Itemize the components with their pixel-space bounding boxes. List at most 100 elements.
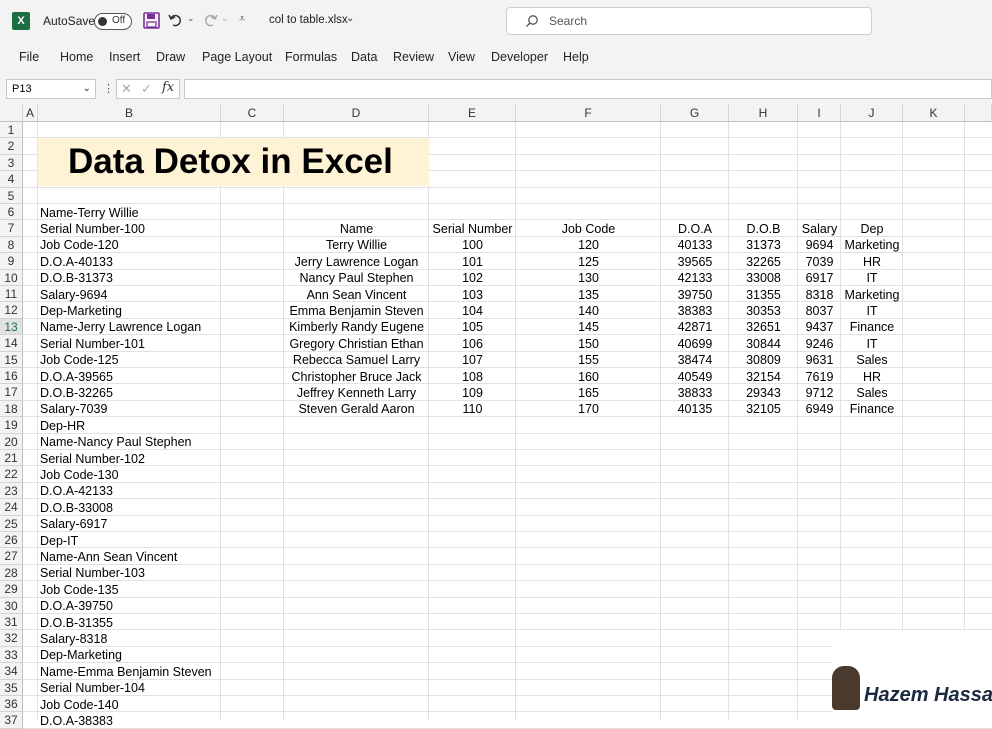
table-header-cell[interactable]: Job Code: [516, 221, 661, 237]
table-cell[interactable]: 165: [516, 385, 661, 401]
table-cell[interactable]: Ann Sean Vincent: [284, 287, 429, 303]
column-header-e[interactable]: E: [429, 104, 516, 122]
table-cell[interactable]: 38383: [661, 303, 729, 319]
row-header[interactable]: 12: [0, 302, 23, 319]
table-cell[interactable]: 6917: [798, 270, 841, 286]
column-header-d[interactable]: D: [284, 104, 429, 122]
table-cell[interactable]: 160: [516, 369, 661, 385]
table-cell[interactable]: Jerry Lawrence Logan: [284, 254, 429, 270]
row-header[interactable]: 32: [0, 630, 23, 647]
cell-b37[interactable]: D.O.A-38383: [40, 713, 113, 729]
table-header-cell[interactable]: Name: [284, 221, 429, 237]
table-cell[interactable]: Finance: [841, 319, 903, 335]
cell-b35[interactable]: Serial Number-104: [40, 680, 145, 696]
table-cell[interactable]: 140: [516, 303, 661, 319]
table-cell[interactable]: 38474: [661, 352, 729, 368]
cell-b26[interactable]: Dep-IT: [40, 533, 78, 549]
redo-dropdown-icon[interactable]: ⌄: [221, 13, 229, 24]
select-all-corner[interactable]: [0, 104, 23, 122]
table-cell[interactable]: 40133: [661, 237, 729, 253]
table-cell[interactable]: 42133: [661, 270, 729, 286]
row-header[interactable]: 25: [0, 515, 23, 532]
row-header[interactable]: 7: [0, 220, 23, 237]
tab-draw[interactable]: Draw: [156, 50, 185, 64]
table-cell[interactable]: 30353: [729, 303, 798, 319]
table-cell[interactable]: IT: [841, 303, 903, 319]
cell-b33[interactable]: Dep-Marketing: [40, 647, 122, 663]
row-header[interactable]: 14: [0, 335, 23, 352]
table-cell[interactable]: 32154: [729, 369, 798, 385]
row-header[interactable]: 5: [0, 187, 23, 204]
cell-b12[interactable]: Dep-Marketing: [40, 303, 122, 319]
cell-b11[interactable]: Salary-9694: [40, 287, 107, 303]
cell-b16[interactable]: D.O.A-39565: [40, 369, 113, 385]
table-cell[interactable]: 7619: [798, 369, 841, 385]
tab-home[interactable]: Home: [60, 50, 93, 64]
row-header[interactable]: 34: [0, 663, 23, 680]
file-name[interactable]: col to table.xlsx: [269, 14, 348, 26]
table-cell[interactable]: 39565: [661, 254, 729, 270]
column-header-c[interactable]: C: [221, 104, 284, 122]
table-cell[interactable]: 145: [516, 319, 661, 335]
row-header[interactable]: 1: [0, 122, 23, 139]
table-header-cell[interactable]: D.O.A: [661, 221, 729, 237]
row-header[interactable]: 2: [0, 138, 23, 155]
tab-help[interactable]: Help: [563, 50, 589, 64]
table-cell[interactable]: 38833: [661, 385, 729, 401]
more-options-icon[interactable]: ⋮: [103, 82, 114, 95]
table-cell[interactable]: 130: [516, 270, 661, 286]
cell-b15[interactable]: Job Code-125: [40, 352, 119, 368]
row-header[interactable]: 29: [0, 581, 23, 598]
cell-b25[interactable]: Salary-6917: [40, 516, 107, 532]
table-cell[interactable]: 108: [429, 369, 516, 385]
row-header[interactable]: 28: [0, 564, 23, 582]
row-header[interactable]: 11: [0, 286, 23, 303]
cell-b30[interactable]: D.O.A-39750: [40, 598, 113, 614]
column-header-g[interactable]: G: [661, 104, 729, 122]
table-cell[interactable]: 107: [429, 352, 516, 368]
table-cell[interactable]: 105: [429, 319, 516, 335]
row-header[interactable]: 37: [0, 712, 23, 729]
cell-b10[interactable]: D.O.B-31373: [40, 270, 113, 286]
table-cell[interactable]: 120: [516, 237, 661, 253]
tab-formulas[interactable]: Formulas: [285, 50, 337, 64]
row-header[interactable]: 27: [0, 548, 23, 565]
cell-b32[interactable]: Salary-8318: [40, 631, 107, 647]
tab-page-layout[interactable]: Page Layout: [202, 50, 272, 64]
name-box-chevron-down-icon[interactable]: ⌄: [83, 80, 91, 98]
table-cell[interactable]: 170: [516, 401, 661, 417]
table-cell[interactable]: 29343: [729, 385, 798, 401]
column-header-b[interactable]: B: [38, 104, 221, 122]
table-cell[interactable]: 155: [516, 352, 661, 368]
row-header[interactable]: 23: [0, 482, 23, 500]
table-cell[interactable]: 109: [429, 385, 516, 401]
row-header[interactable]: 9: [0, 253, 23, 270]
tab-data[interactable]: Data: [351, 50, 377, 64]
table-cell[interactable]: 30809: [729, 352, 798, 368]
table-cell[interactable]: 125: [516, 254, 661, 270]
table-cell[interactable]: 8037: [798, 303, 841, 319]
table-cell[interactable]: HR: [841, 369, 903, 385]
name-box[interactable]: P13 ⌄: [6, 79, 96, 99]
row-header[interactable]: 15: [0, 351, 23, 368]
table-cell[interactable]: 31355: [729, 287, 798, 303]
table-cell[interactable]: Jeffrey Kenneth Larry: [284, 385, 429, 401]
row-header[interactable]: 18: [0, 400, 23, 418]
search-box[interactable]: Search: [506, 7, 872, 35]
table-cell[interactable]: Sales: [841, 385, 903, 401]
table-cell[interactable]: 32651: [729, 319, 798, 335]
table-cell[interactable]: 110: [429, 401, 516, 417]
table-cell[interactable]: 42871: [661, 319, 729, 335]
tab-file[interactable]: File: [19, 50, 39, 64]
row-header[interactable]: 8: [0, 236, 23, 254]
cell-b36[interactable]: Job Code-140: [40, 697, 119, 713]
table-cell[interactable]: 9694: [798, 237, 841, 253]
tab-developer[interactable]: Developer: [491, 50, 548, 64]
table-cell[interactable]: 32265: [729, 254, 798, 270]
table-header-cell[interactable]: Serial Number: [429, 221, 516, 237]
column-header-next[interactable]: [965, 104, 992, 122]
table-cell[interactable]: Terry Willie: [284, 237, 429, 253]
table-cell[interactable]: 7039: [798, 254, 841, 270]
undo-dropdown-icon[interactable]: ⌄: [187, 13, 195, 24]
table-cell[interactable]: HR: [841, 254, 903, 270]
